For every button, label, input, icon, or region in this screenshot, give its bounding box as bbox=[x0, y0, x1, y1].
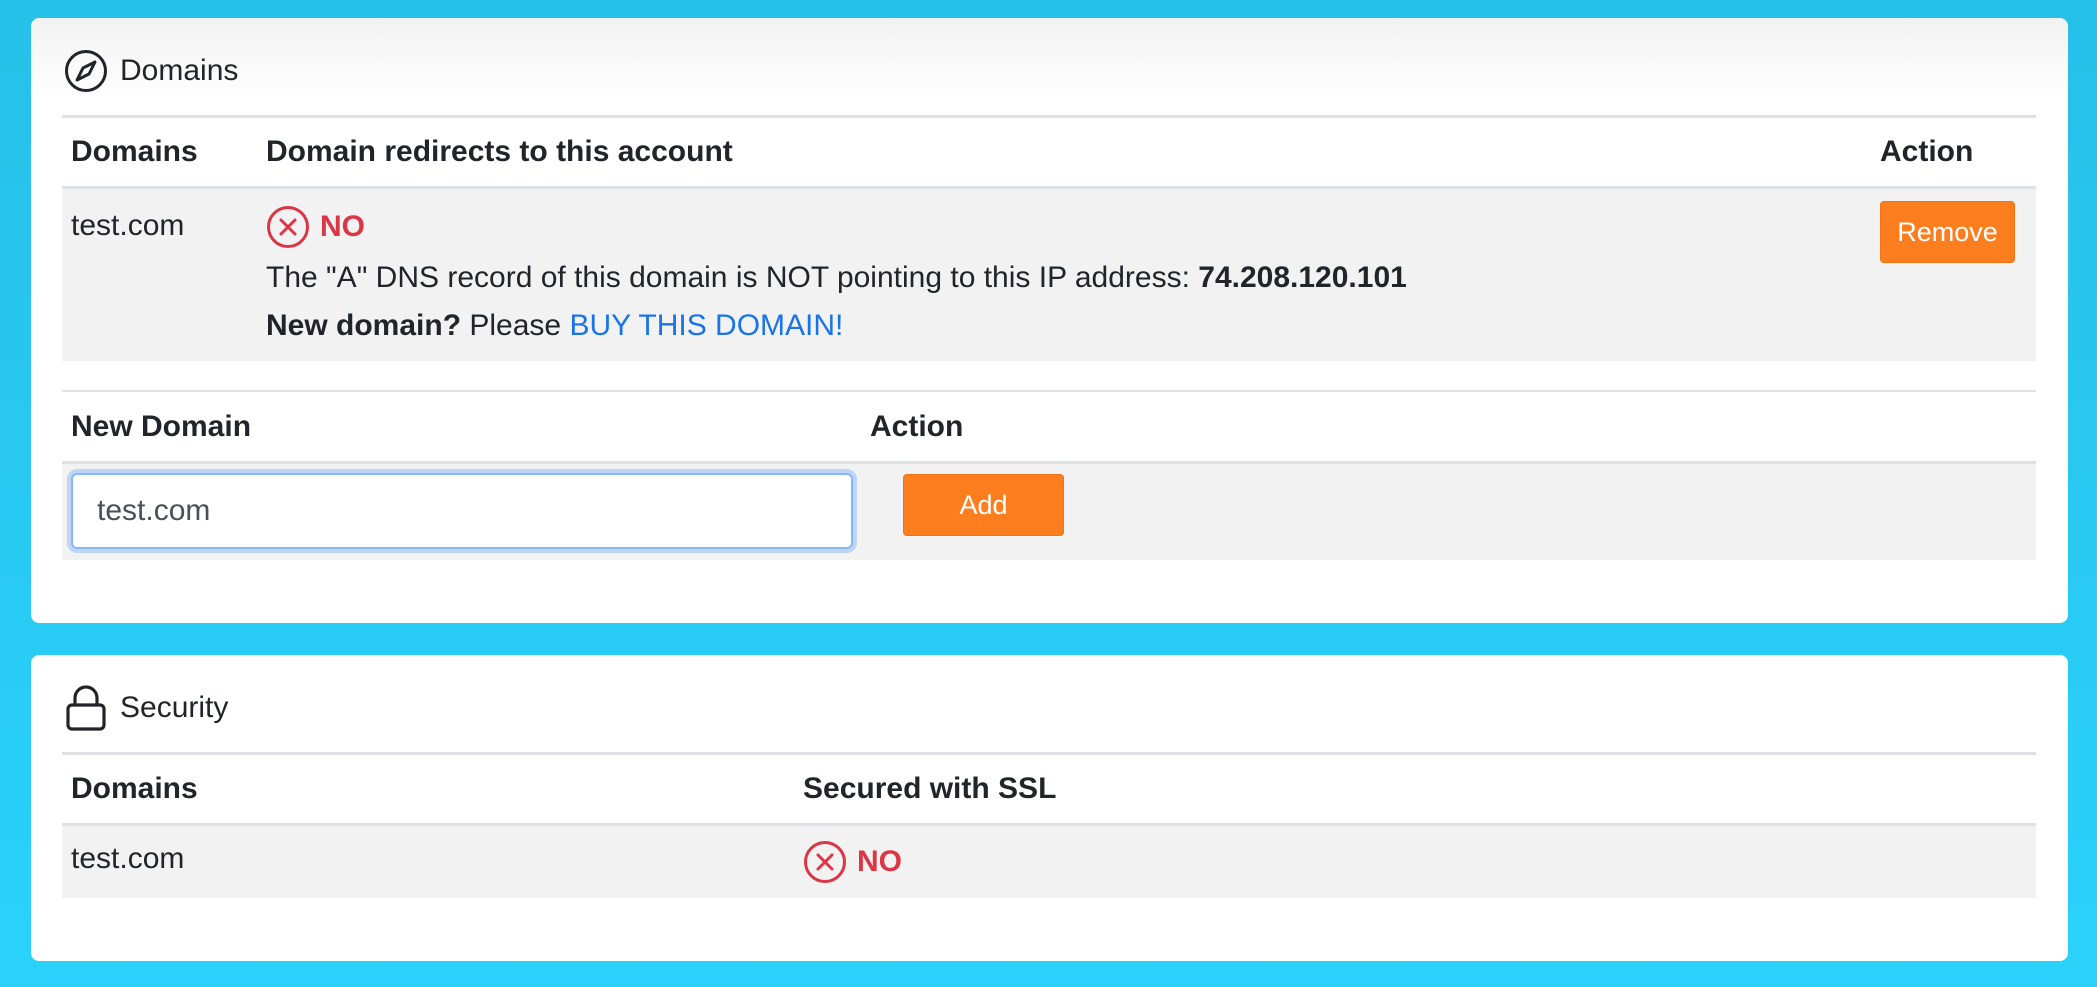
please-text: Please bbox=[469, 309, 562, 342]
domain-link[interactable]: test.com bbox=[71, 209, 184, 243]
dns-message-text: The "A" DNS record of this domain is NOT… bbox=[266, 261, 1190, 294]
domains-card-header: Domains bbox=[64, 48, 238, 94]
security-card-header: Security bbox=[64, 685, 228, 731]
security-table-header: Domains Secured with SSL bbox=[62, 752, 2036, 826]
ssl-status-label: NO bbox=[857, 845, 902, 878]
domains-table: Domains Domain redirects to this account… bbox=[62, 115, 2036, 375]
add-button[interactable]: Add bbox=[903, 474, 1064, 536]
compass-icon bbox=[64, 49, 108, 93]
new-domain-table-header: New Domain Action bbox=[62, 390, 2036, 464]
dns-message: The "A" DNS record of this domain is NOT… bbox=[266, 261, 1407, 295]
security-card: Security Domains Secured with SSL test.c… bbox=[31, 655, 2068, 961]
new-domain-row: Add bbox=[62, 464, 2036, 560]
domains-card: Domains Domains Domain redirects to this… bbox=[31, 18, 2068, 623]
table-row: test.com NO bbox=[62, 826, 2036, 898]
security-table: Domains Secured with SSL test.com NO bbox=[62, 752, 2036, 902]
column-header-add-action: Action bbox=[870, 409, 964, 443]
new-domain-question: New domain? bbox=[266, 309, 462, 342]
buy-domain-link[interactable]: BUY THIS DOMAIN! bbox=[569, 309, 843, 342]
ssl-status: NO bbox=[803, 840, 902, 884]
domains-card-title: Domains bbox=[120, 54, 239, 87]
column-header-domains: Domains bbox=[71, 135, 198, 168]
column-header-action: Action bbox=[1880, 135, 1974, 168]
column-header-ssl: Secured with SSL bbox=[803, 772, 1057, 805]
new-domain-input[interactable] bbox=[71, 473, 853, 549]
x-circle-icon bbox=[803, 840, 847, 884]
security-card-title: Security bbox=[120, 691, 229, 724]
redirect-status: NO bbox=[266, 205, 365, 249]
column-header-new-domain: New Domain bbox=[71, 409, 252, 443]
new-domain-table: New Domain Action Add bbox=[62, 390, 2036, 576]
security-domain: test.com bbox=[71, 842, 185, 875]
x-circle-icon bbox=[266, 205, 310, 249]
domains-table-header: Domains Domain redirects to this account… bbox=[62, 115, 2036, 189]
table-row: test.com NO The "A" DNS record of this d… bbox=[62, 189, 2036, 361]
column-header-redirect: Domain redirects to this account bbox=[266, 135, 733, 168]
lock-icon bbox=[64, 684, 108, 732]
redirect-status-label: NO bbox=[320, 210, 365, 243]
ip-address: 74.208.120.101 bbox=[1198, 261, 1407, 294]
column-header-security-domains: Domains bbox=[71, 772, 198, 805]
buy-domain-line: New domain? Please BUY THIS DOMAIN! bbox=[266, 309, 843, 343]
remove-button[interactable]: Remove bbox=[1880, 201, 2015, 263]
